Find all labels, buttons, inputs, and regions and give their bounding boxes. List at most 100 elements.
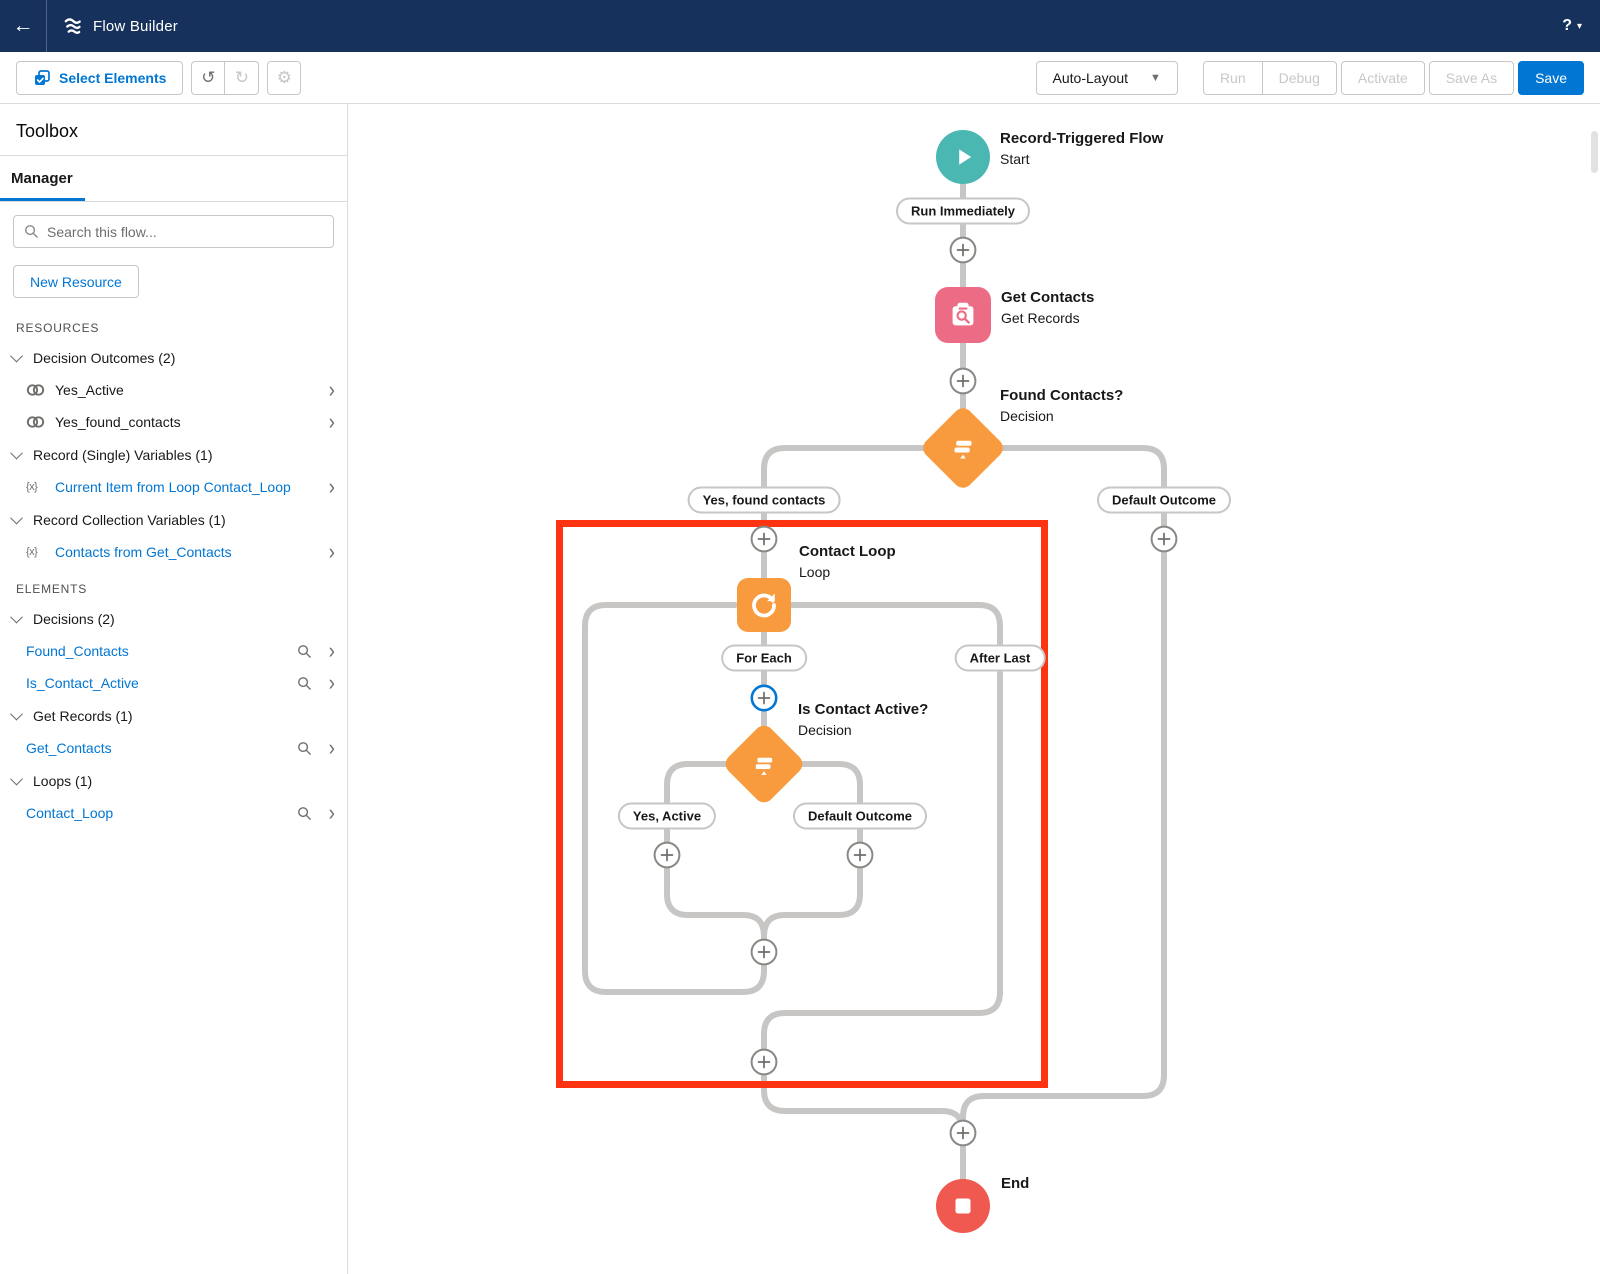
save-button[interactable]: Save bbox=[1518, 61, 1584, 95]
app-title: Flow Builder bbox=[93, 18, 178, 35]
group-record-single-variables[interactable]: Record (Single) Variables (1) bbox=[0, 438, 347, 471]
new-resource-button[interactable]: New Resource bbox=[13, 265, 139, 298]
found-contacts-label: Found Contacts? Decision bbox=[1000, 386, 1123, 425]
found-contacts-decision-node[interactable] bbox=[932, 417, 994, 479]
add-element-button[interactable] bbox=[1150, 525, 1178, 553]
branch-label-run-immediately[interactable]: Run Immediately bbox=[896, 198, 1030, 225]
undo-button[interactable]: ↺ bbox=[191, 61, 225, 95]
canvas-scrollbar[interactable] bbox=[1591, 131, 1598, 173]
group-loops[interactable]: Loops (1) bbox=[0, 764, 347, 797]
add-element-button[interactable] bbox=[949, 1119, 977, 1147]
chevron-down-icon: ▾ bbox=[1577, 21, 1582, 32]
resource-item-yes-found-contacts[interactable]: Yes_found_contacts › bbox=[0, 406, 347, 438]
group-decisions[interactable]: Decisions (2) bbox=[0, 602, 347, 635]
magnifier-icon[interactable] bbox=[297, 806, 312, 821]
debug-button[interactable]: Debug bbox=[1263, 61, 1337, 95]
stop-icon bbox=[951, 1194, 975, 1218]
chevron-right-icon[interactable]: › bbox=[329, 640, 335, 662]
magnifier-icon[interactable] bbox=[297, 676, 312, 691]
end-node[interactable] bbox=[936, 1179, 990, 1233]
is-contact-active-label: Is Contact Active? Decision bbox=[798, 700, 928, 739]
activate-button[interactable]: Activate bbox=[1341, 61, 1425, 95]
element-item-is-contact-active[interactable]: Is_Contact_Active › bbox=[0, 667, 347, 699]
flow-settings-button[interactable]: ⚙ bbox=[267, 61, 301, 95]
add-element-button[interactable] bbox=[750, 1048, 778, 1076]
gear-icon: ⚙ bbox=[277, 68, 292, 88]
branch-label-for-each[interactable]: For Each bbox=[721, 645, 807, 672]
branch-label-after-last[interactable]: After Last bbox=[955, 645, 1046, 672]
add-element-button[interactable] bbox=[750, 938, 778, 966]
element-item-found-contacts[interactable]: Found_Contacts › bbox=[0, 635, 347, 667]
elements-section-label: ELEMENTS bbox=[16, 582, 331, 596]
save-as-button[interactable]: Save As bbox=[1429, 61, 1514, 95]
chevron-right-icon[interactable]: › bbox=[329, 802, 335, 824]
start-node-label: Record-Triggered Flow Start bbox=[1000, 129, 1163, 168]
app-header: ← Flow Builder ? ▾ bbox=[0, 0, 1600, 52]
element-item-get-contacts[interactable]: Get_Contacts › bbox=[0, 732, 347, 764]
chevron-down-icon bbox=[10, 512, 23, 525]
add-element-button[interactable] bbox=[846, 841, 874, 869]
get-contacts-node[interactable] bbox=[935, 287, 991, 343]
chevron-right-icon[interactable]: › bbox=[329, 541, 335, 563]
outcome-icon bbox=[26, 383, 46, 397]
add-element-button[interactable] bbox=[949, 367, 977, 395]
contact-loop-label: Contact Loop Loop bbox=[799, 542, 896, 581]
run-button[interactable]: Run bbox=[1203, 61, 1263, 95]
group-decision-outcomes[interactable]: Decision Outcomes (2) bbox=[0, 341, 347, 374]
resource-item-contacts-from-get-contacts[interactable]: {x} Contacts from Get_Contacts › bbox=[0, 536, 347, 568]
start-node[interactable] bbox=[936, 130, 990, 184]
resources-section-label: RESOURCES bbox=[16, 321, 331, 335]
toolbox-title: Toolbox bbox=[0, 104, 347, 156]
redo-icon: ↻ bbox=[235, 68, 249, 88]
back-button[interactable]: ← bbox=[0, 0, 47, 52]
chevron-down-icon bbox=[10, 611, 23, 624]
undo-icon: ↺ bbox=[201, 68, 215, 88]
add-element-button-highlighted[interactable] bbox=[750, 683, 778, 711]
end-node-label: End bbox=[1001, 1174, 1029, 1194]
resource-item-current-item-loop[interactable]: {x} Current Item from Loop Contact_Loop … bbox=[0, 471, 347, 503]
get-records-icon bbox=[947, 299, 979, 331]
play-icon bbox=[950, 144, 976, 170]
flow-canvas[interactable]: Record-Triggered Flow Start Run Immediat… bbox=[348, 105, 1600, 1274]
decision-icon bbox=[948, 433, 978, 463]
decision-icon bbox=[750, 750, 779, 779]
chevron-right-icon[interactable]: › bbox=[329, 379, 335, 401]
tab-manager[interactable]: Manager bbox=[0, 156, 85, 201]
get-contacts-label: Get Contacts Get Records bbox=[1001, 288, 1094, 327]
loop-icon bbox=[749, 590, 779, 620]
flow-builder-logo-icon bbox=[61, 15, 84, 38]
chevron-right-icon[interactable]: › bbox=[329, 672, 335, 694]
add-element-button[interactable] bbox=[653, 841, 681, 869]
chevron-right-icon[interactable]: › bbox=[329, 737, 335, 759]
outcome-icon bbox=[26, 415, 46, 429]
chevron-right-icon[interactable]: › bbox=[329, 411, 335, 433]
group-get-records[interactable]: Get Records (1) bbox=[0, 699, 347, 732]
is-contact-active-decision-node[interactable] bbox=[734, 734, 794, 794]
redo-button[interactable]: ↻ bbox=[225, 61, 259, 95]
layout-mode-dropdown[interactable]: Auto-Layout ▼ bbox=[1036, 61, 1178, 95]
magnifier-icon[interactable] bbox=[297, 644, 312, 659]
record-variable-icon: {x} bbox=[26, 546, 46, 558]
branch-label-yes-active[interactable]: Yes, Active bbox=[618, 803, 716, 830]
select-elements-button[interactable]: Select Elements bbox=[16, 61, 183, 95]
help-icon: ? bbox=[1562, 17, 1572, 35]
search-input[interactable] bbox=[47, 224, 323, 240]
branch-label-default-outcome[interactable]: Default Outcome bbox=[1097, 487, 1231, 514]
flow-toolbar: Select Elements ↺ ↻ ⚙ Auto-Layout ▼ Run … bbox=[0, 52, 1600, 104]
multi-select-icon bbox=[33, 69, 51, 87]
toolbox-panel: Toolbox Manager New Resource RESOURCES D… bbox=[0, 104, 348, 1274]
add-element-button[interactable] bbox=[949, 236, 977, 264]
magnifier-icon[interactable] bbox=[297, 741, 312, 756]
group-record-collection-variables[interactable]: Record Collection Variables (1) bbox=[0, 503, 347, 536]
resource-item-yes-active[interactable]: Yes_Active › bbox=[0, 374, 347, 406]
add-element-button[interactable] bbox=[750, 525, 778, 553]
branch-label-yes-found-contacts[interactable]: Yes, found contacts bbox=[688, 487, 841, 514]
chevron-right-icon[interactable]: › bbox=[329, 476, 335, 498]
chevron-down-icon bbox=[10, 447, 23, 460]
contact-loop-node[interactable] bbox=[737, 578, 791, 632]
element-item-contact-loop[interactable]: Contact_Loop › bbox=[0, 797, 347, 829]
help-menu-button[interactable]: ? ▾ bbox=[1562, 17, 1582, 35]
chevron-down-icon bbox=[10, 773, 23, 786]
branch-label-default-outcome[interactable]: Default Outcome bbox=[793, 803, 927, 830]
chevron-down-icon bbox=[10, 708, 23, 721]
